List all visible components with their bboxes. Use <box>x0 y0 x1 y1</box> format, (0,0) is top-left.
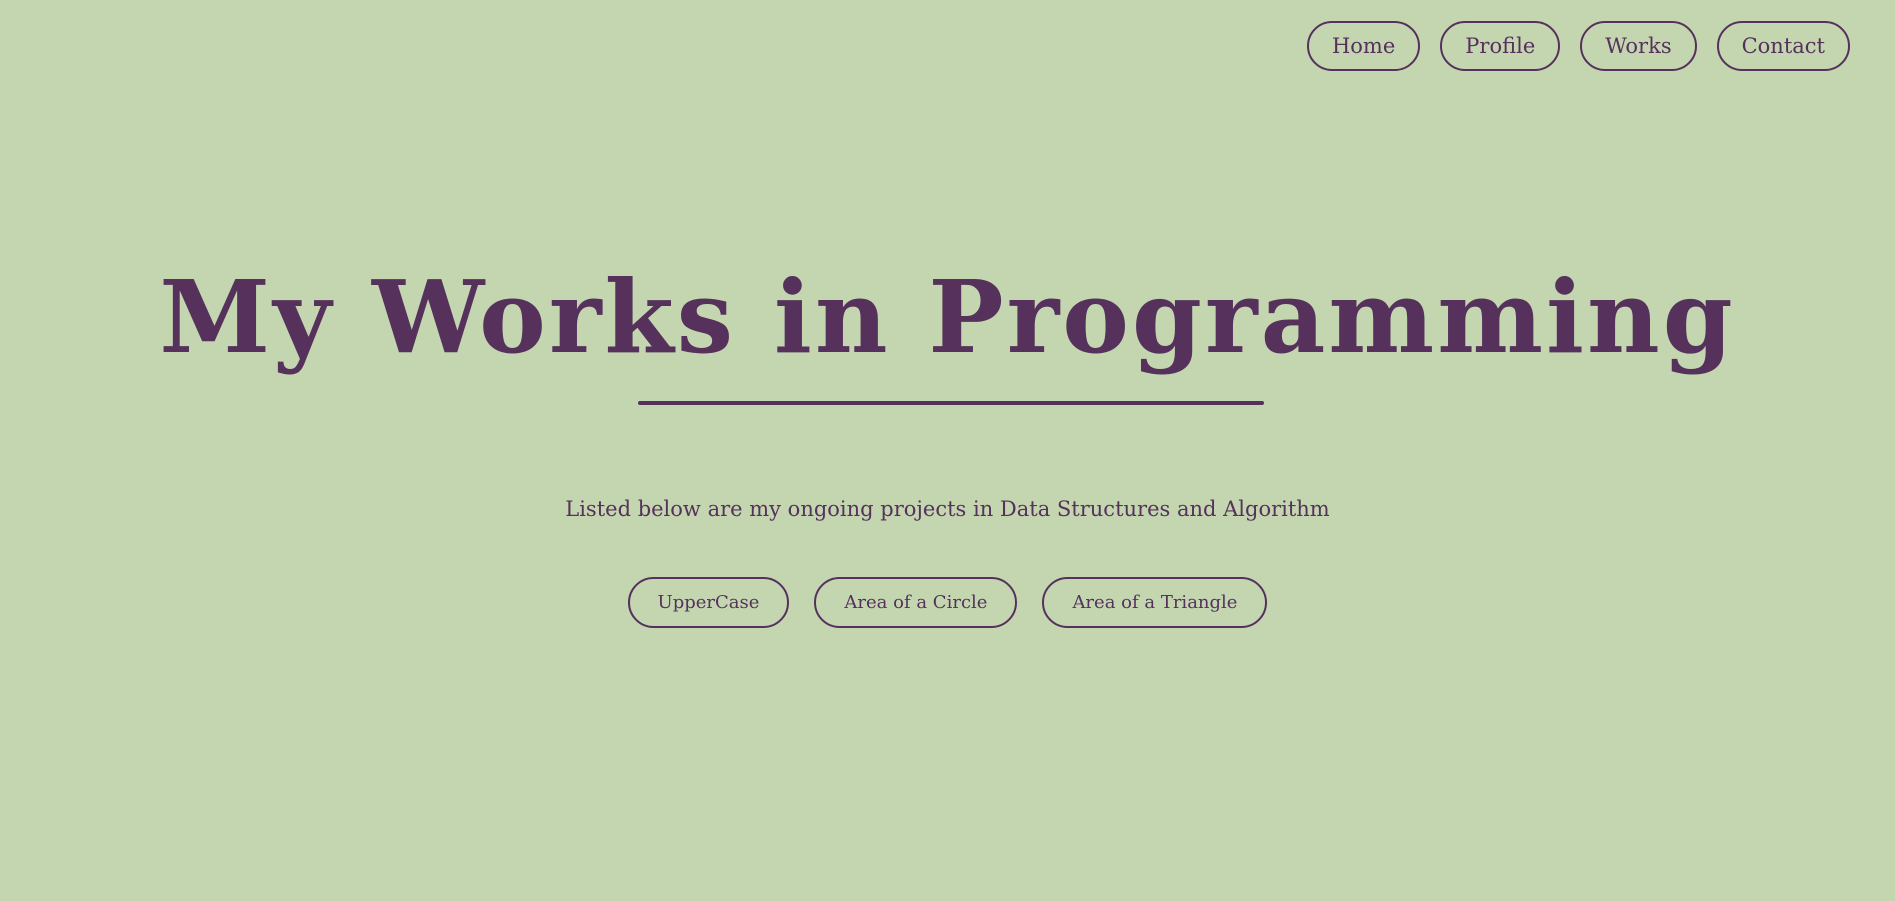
page-subtitle: Listed below are my ongoing projects in … <box>565 497 1330 521</box>
nav-works-button[interactable]: Works <box>1580 21 1697 71</box>
triangle-area-project-button[interactable]: Area of a Triangle <box>1042 577 1268 628</box>
page-title: My Works in Programming <box>159 258 1736 376</box>
nav-contact-button[interactable]: Contact <box>1716 21 1850 71</box>
title-underline <box>638 401 1264 405</box>
hero-section: My Works in Programming <box>0 258 1895 405</box>
nav-home-button[interactable]: Home <box>1306 21 1421 71</box>
top-navigation: Home Profile Works Contact <box>1306 21 1850 71</box>
circle-area-project-button[interactable]: Area of a Circle <box>814 577 1018 628</box>
nav-profile-button[interactable]: Profile <box>1440 21 1561 71</box>
uppercase-project-button[interactable]: UpperCase <box>627 577 790 628</box>
project-buttons: UpperCase Area of a Circle Area of a Tri… <box>0 577 1895 628</box>
